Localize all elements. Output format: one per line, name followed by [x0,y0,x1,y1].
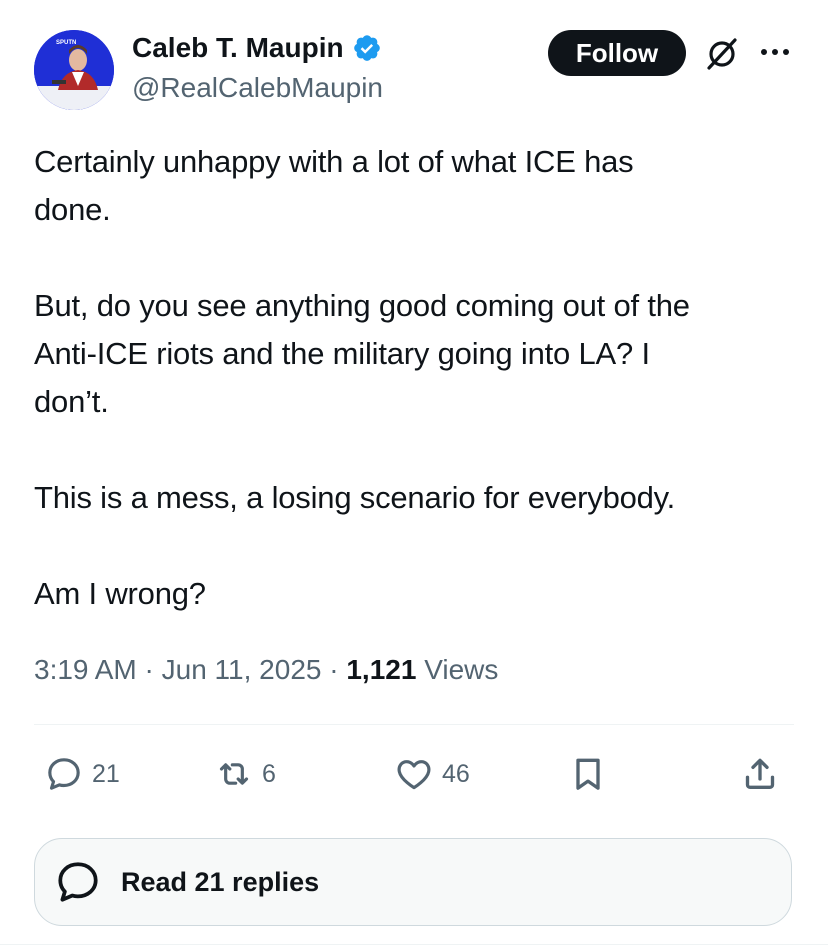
meta-separator: · [144,654,162,685]
repost-button[interactable]: 6 [214,752,276,796]
reply-button[interactable]: 21 [44,752,120,796]
like-button[interactable]: 46 [394,752,470,796]
views-label: Views [424,654,499,685]
grok-icon[interactable] [704,36,740,72]
heart-icon [397,760,431,790]
bookmark-button[interactable] [568,752,608,796]
tweet-meta: 3:19 AM · Jun 11, 2025 · 1,121 Views [34,650,498,690]
tweet-time[interactable]: 3:19 AM [34,654,137,685]
tweet-date[interactable]: Jun 11, 2025 [162,654,322,685]
meta-separator: · [329,654,347,685]
tweet-text: Certainly unhappy with a lot of what ICE… [34,144,690,611]
avatar-caption: SPUTN [56,40,76,46]
avatar-photo: SPUTN [34,30,114,110]
reply-icon [58,862,98,902]
author-name[interactable]: Caleb T. Maupin [132,30,344,66]
author-handle[interactable]: @RealCalebMaupin [132,70,383,106]
verified-badge-icon [353,35,380,61]
read-replies-label: Read 21 replies [121,866,320,897]
share-icon [745,758,775,789]
views-count: 1,121 [346,654,417,685]
more-icon[interactable] [758,40,792,64]
like-count: 46 [442,759,470,788]
follow-button[interactable]: Follow [548,30,686,76]
divider [34,724,794,725]
repost-icon [219,763,249,785]
bottom-divider [0,944,828,945]
repost-count: 6 [262,759,276,788]
author-name-row[interactable]: Caleb T. Maupin [132,30,382,66]
reply-icon [48,758,80,790]
avatar[interactable]: SPUTN [34,30,114,110]
reply-count: 21 [92,759,120,788]
bookmark-icon [576,758,600,790]
read-replies-button[interactable]: Read 21 replies [34,838,792,926]
share-button[interactable] [740,752,780,796]
